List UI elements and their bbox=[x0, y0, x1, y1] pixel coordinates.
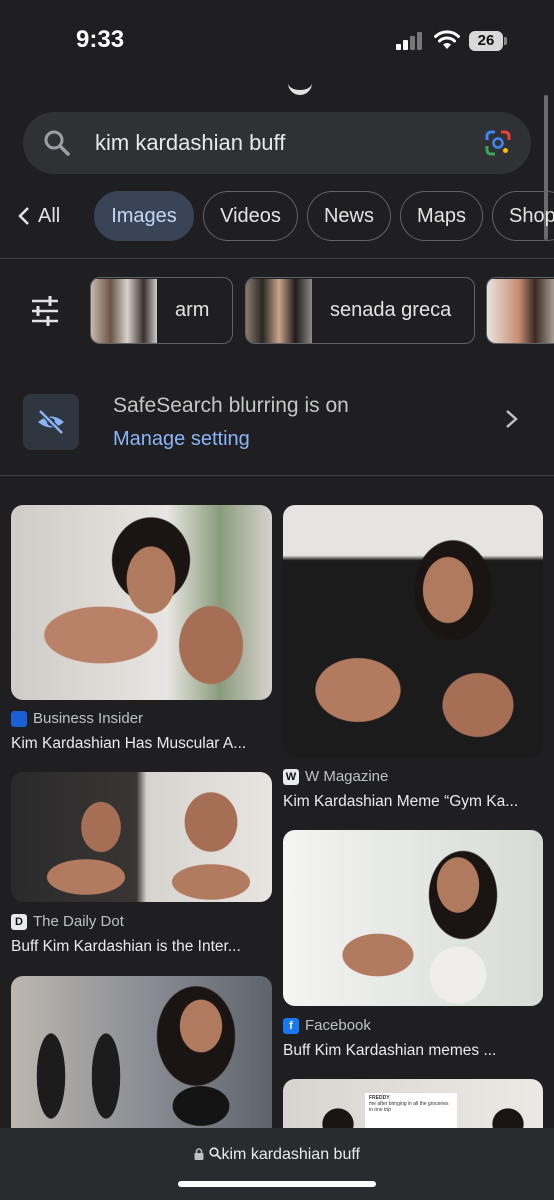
manage-setting-link[interactable]: Manage setting bbox=[113, 428, 250, 451]
result-title[interactable]: Buff Kim Kardashian is the Inter... bbox=[11, 938, 241, 956]
result-image[interactable] bbox=[283, 505, 543, 757]
address-query: kim kardashian buff bbox=[221, 1146, 360, 1163]
chevron-left-icon bbox=[18, 207, 29, 225]
result-image[interactable] bbox=[11, 976, 272, 1128]
business-insider-favicon bbox=[11, 710, 27, 727]
tweet-text: me after bringing in all the groceries i… bbox=[369, 1101, 449, 1113]
chip-senada-greca[interactable]: senada greca bbox=[245, 277, 475, 344]
source-name: Business Insider bbox=[33, 710, 144, 727]
search-query[interactable]: kim kardashian buff bbox=[95, 130, 285, 156]
chip-label: senada greca bbox=[330, 299, 452, 321]
source-name: Facebook bbox=[305, 1017, 371, 1034]
chip-thumbnail bbox=[246, 278, 312, 343]
tweet-preview: FREDDY me after bringing in all the groc… bbox=[365, 1093, 457, 1128]
lock-icon bbox=[194, 1148, 204, 1160]
filter-tune-icon[interactable] bbox=[28, 294, 62, 328]
wifi-icon bbox=[434, 30, 460, 49]
tab-maps[interactable]: Maps bbox=[400, 191, 483, 241]
result-image[interactable] bbox=[283, 830, 543, 1006]
result-source[interactable]: W W Magazine bbox=[283, 768, 388, 785]
result-source[interactable]: D The Daily Dot bbox=[11, 913, 124, 930]
tab-videos[interactable]: Videos bbox=[203, 191, 298, 241]
chip-label: arm bbox=[175, 299, 210, 321]
result-title[interactable]: Kim Kardashian Has Muscular A... bbox=[11, 735, 246, 753]
tab-shopping[interactable]: Shop bbox=[492, 191, 554, 241]
google-logo-partial bbox=[288, 82, 312, 95]
tab-images[interactable]: Images bbox=[94, 191, 194, 241]
result-source[interactable]: Business Insider bbox=[11, 710, 143, 727]
daily-dot-favicon: D bbox=[11, 913, 27, 930]
source-name: The Daily Dot bbox=[33, 913, 124, 930]
safesearch-icon-box bbox=[23, 394, 79, 450]
search-icon bbox=[208, 1147, 222, 1160]
result-source[interactable]: f Facebook bbox=[283, 1017, 371, 1034]
result-image[interactable] bbox=[11, 772, 272, 902]
safesearch-title: SafeSearch blurring is on bbox=[113, 394, 349, 417]
eye-off-icon bbox=[38, 409, 64, 435]
tab-news[interactable]: News bbox=[307, 191, 391, 241]
tab-all-label: All bbox=[38, 204, 61, 227]
chevron-right-icon[interactable] bbox=[503, 408, 521, 430]
w-magazine-favicon: W bbox=[283, 768, 299, 785]
search-icon bbox=[44, 130, 70, 156]
google-lens-icon[interactable] bbox=[484, 129, 512, 157]
browser-address-bar[interactable] bbox=[0, 1128, 554, 1200]
result-image[interactable]: FREDDY me after bringing in all the groc… bbox=[283, 1079, 543, 1128]
result-title[interactable]: Buff Kim Kardashian memes ... bbox=[283, 1042, 496, 1060]
chip-arm[interactable]: arm bbox=[90, 277, 233, 344]
source-name: W Magazine bbox=[305, 768, 389, 785]
result-image[interactable] bbox=[11, 505, 272, 700]
search-bar[interactable]: kim kardashian buff bbox=[23, 112, 531, 174]
address-bar-text[interactable]: kim kardashian buff bbox=[0, 1146, 554, 1164]
result-title[interactable]: Kim Kardashian Meme “Gym Ka... bbox=[283, 793, 518, 811]
status-time: 9:33 bbox=[76, 26, 125, 53]
divider bbox=[0, 475, 554, 476]
cellular-signal-icon bbox=[396, 32, 422, 50]
battery-level: 26 bbox=[469, 31, 503, 51]
divider bbox=[0, 258, 554, 259]
facebook-favicon: f bbox=[283, 1017, 299, 1034]
chip-thumbnail bbox=[91, 278, 157, 343]
battery-indicator: 26 bbox=[469, 31, 507, 51]
home-indicator[interactable] bbox=[178, 1181, 376, 1187]
chip-more[interactable] bbox=[486, 277, 554, 344]
chip-thumbnail bbox=[487, 278, 554, 343]
tab-all[interactable]: All bbox=[18, 191, 60, 241]
